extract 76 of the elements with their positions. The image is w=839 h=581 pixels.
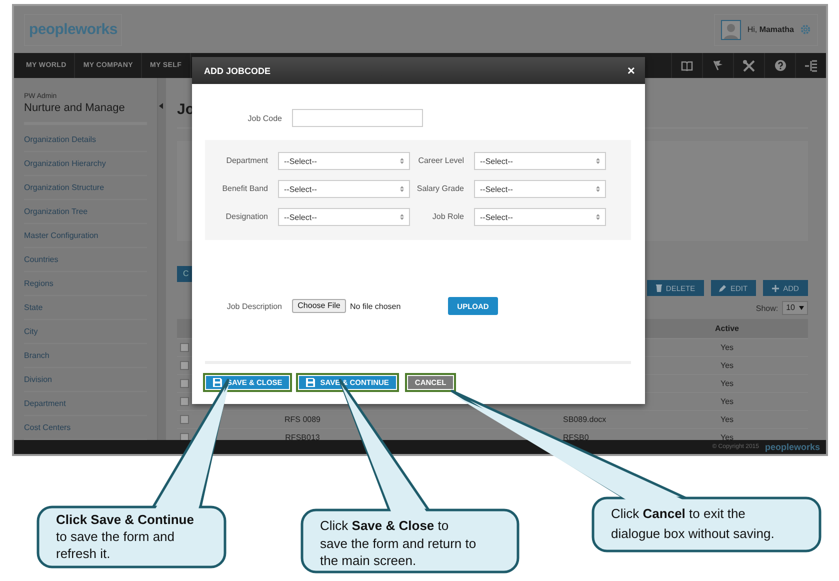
caret-icon — [596, 214, 600, 220]
sidebar-item[interactable]: Division — [24, 368, 147, 392]
flag-icon[interactable] — [712, 60, 724, 71]
action-button[interactable]: C — [177, 266, 193, 282]
row-checkbox[interactable] — [180, 379, 189, 388]
field-label: Designation — [224, 212, 269, 222]
show-label: Show: — [756, 304, 778, 312]
settings-icon[interactable] — [800, 24, 811, 35]
menu-icon[interactable] — [805, 60, 817, 72]
save-icon — [213, 378, 222, 387]
row-checkbox[interactable] — [180, 415, 189, 424]
field-label: Job Description — [226, 302, 282, 310]
field-label: Job Code — [246, 114, 282, 122]
dialog-title: ADD JOBCODE — [204, 66, 271, 76]
sidebar-title: Nurture and Manage — [24, 102, 126, 114]
select-field[interactable]: --Select-- — [474, 180, 606, 198]
column-header: Active — [714, 324, 740, 333]
callout-text: Click Save & Close to save the form and return to the main screen. — [320, 517, 476, 570]
close-button[interactable]: × — [627, 63, 635, 78]
sidebar-item[interactable]: Organization Hierarchy — [24, 152, 147, 176]
file-status: No file chosen — [350, 302, 402, 310]
field-label: Job Role — [431, 212, 465, 222]
row-checkbox[interactable] — [180, 361, 189, 370]
caret-icon — [400, 158, 404, 164]
select-field[interactable]: --Select-- — [474, 208, 606, 226]
caret-icon — [596, 186, 600, 192]
select-field[interactable]: --Select-- — [278, 208, 410, 226]
table-cell-text: Yes — [719, 397, 735, 406]
field-label: Department — [225, 156, 269, 166]
caret-icon — [596, 158, 600, 164]
save-icon — [306, 378, 316, 387]
trash-icon — [656, 284, 662, 292]
help-icon[interactable] — [774, 60, 786, 71]
tools-icon[interactable] — [743, 60, 755, 72]
table-cell-text: Yes — [719, 379, 735, 388]
sidebar-item[interactable]: Branch — [24, 344, 147, 368]
sidebar-item[interactable]: State — [24, 296, 147, 320]
table-cell-text: Yes — [719, 415, 735, 424]
sidebar-item[interactable]: Master Configuration — [24, 224, 147, 248]
sidebar-item[interactable]: Organization Tree — [24, 200, 147, 224]
sidebar-item[interactable]: City — [24, 320, 147, 344]
sidebar-item[interactable]: Organization Structure — [24, 176, 147, 200]
table-cell-text: Yes — [719, 433, 735, 442]
select-field[interactable]: --Select-- — [474, 152, 606, 170]
sidebar-item[interactable]: Countries — [24, 248, 147, 272]
callout-text: Click Save & Continue to save the form and refresh it. — [56, 511, 194, 562]
pencil-icon — [719, 284, 726, 292]
user-greeting: Hi, Mamatha — [747, 25, 794, 34]
select-field[interactable]: --Select-- — [278, 180, 410, 198]
table-cell-text: Yes — [719, 361, 735, 370]
field-label: Salary Grade — [416, 184, 465, 194]
collapse-icon[interactable] — [159, 103, 164, 109]
table-cell-text: Yes — [719, 343, 735, 352]
avatar-icon[interactable] — [721, 20, 742, 40]
caret-icon — [400, 186, 404, 192]
choose-file-button[interactable]: Choose File — [292, 299, 346, 313]
caret-icon — [799, 306, 804, 310]
sidebar-item[interactable]: Organization Details — [24, 128, 147, 152]
select-field[interactable]: --Select-- — [278, 152, 410, 170]
sidebar-item[interactable]: Regions — [24, 272, 147, 296]
field-label: Career Level — [417, 156, 465, 166]
caret-icon — [400, 214, 404, 220]
field-label: Benefit Band — [221, 184, 269, 194]
table-cell-text: RFSB013 — [284, 433, 321, 442]
row-checkbox[interactable] — [180, 397, 189, 406]
footer-logo: peopleworks — [764, 442, 820, 452]
plus-icon — [772, 284, 780, 292]
input-field[interactable] — [292, 109, 423, 127]
table-cell-text: RFS 0089 — [283, 415, 322, 424]
book-icon[interactable] — [681, 60, 693, 70]
callout-text: Click Cancel to exit the dialogue box without saving. — [611, 505, 774, 543]
file-link[interactable]: RFSB0 — [401, 433, 646, 442]
row-checkbox[interactable] — [180, 343, 189, 352]
file-link[interactable]: SB089.docx — [401, 415, 646, 424]
sidebar-item[interactable]: Department — [24, 392, 147, 416]
page-size-select[interactable]: 10 — [782, 301, 808, 315]
